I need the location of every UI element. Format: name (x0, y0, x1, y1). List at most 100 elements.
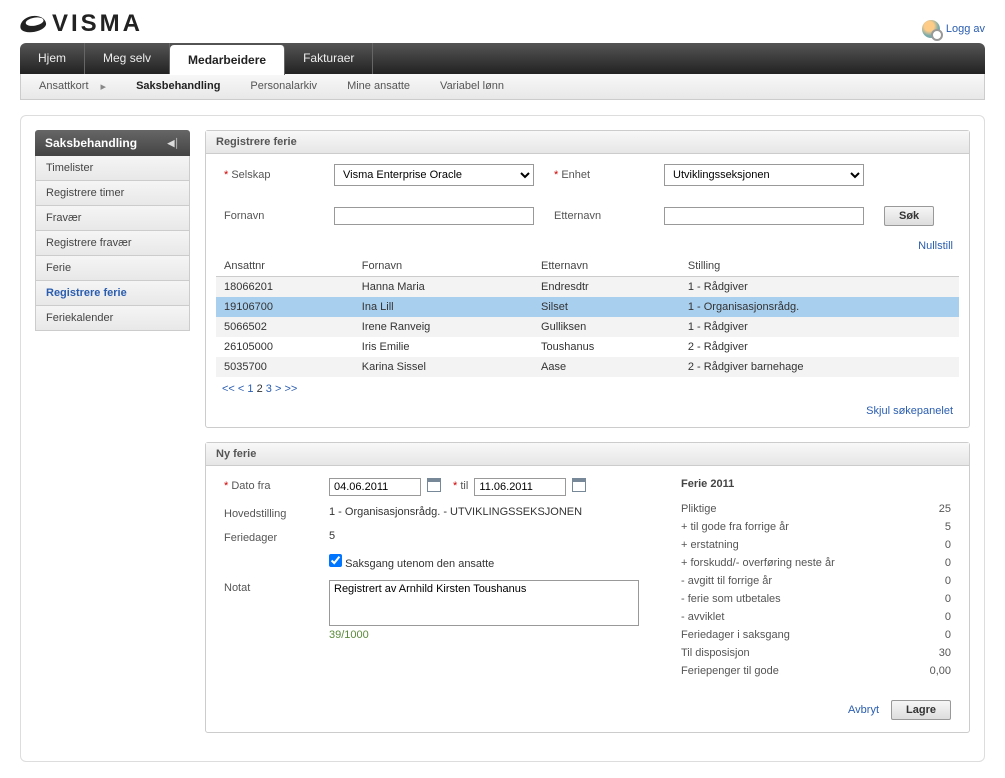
pager-next[interactable]: > (275, 383, 281, 395)
cell: Gulliksen (533, 317, 680, 337)
cell: Karina Sissel (354, 357, 533, 377)
pager-3[interactable]: 3 (266, 383, 272, 395)
summary-row: - avviklet 0 (681, 608, 951, 626)
search-button[interactable]: Søk (884, 206, 934, 226)
summary-row: Feriepenger til gode0,00 (681, 662, 951, 680)
user-settings-icon (922, 20, 940, 38)
hide-search-link[interactable]: Skjul søkepanelet (866, 405, 953, 417)
calendar-icon[interactable] (427, 478, 441, 492)
cancel-link[interactable]: Avbryt (848, 704, 879, 716)
bypass-checkbox-wrap[interactable]: Saksgang utenom den ansatte (329, 554, 494, 570)
cell: Irene Ranveig (354, 317, 533, 337)
nav-medarbeidere[interactable]: Medarbeidere (170, 45, 285, 75)
brand-icon (19, 14, 47, 34)
sidebar-item-registrere-fravaer[interactable]: Registrere fravær (35, 231, 190, 256)
company-label: * Selskap (224, 169, 314, 181)
table-row[interactable]: 19106700Ina LillSilset1 - Organisasjonsr… (216, 297, 959, 317)
summary-label: Feriedager i saksgang (681, 629, 790, 641)
pager-1[interactable]: 1 (247, 383, 253, 395)
summary-value: 5 (945, 521, 951, 533)
sub-variabel-lonn[interactable]: Variabel lønn (440, 80, 504, 93)
main-nav: Hjem Meg selv Medarbeidere Fakturaer (20, 43, 985, 74)
company-select[interactable]: Visma Enterprise Oracle (334, 164, 534, 186)
date-from-label: * Dato fra (224, 478, 329, 492)
cell: Ina Lill (354, 297, 533, 317)
summary-label: + erstatning (681, 539, 739, 551)
bypass-label: Saksgang utenom den ansatte (345, 558, 494, 570)
sub-saksbehandling[interactable]: Saksbehandling (136, 80, 220, 93)
lname-input[interactable] (664, 207, 864, 225)
cell: Iris Emilie (354, 337, 533, 357)
cell: 5035700 (216, 357, 354, 377)
col-etternavn[interactable]: Etternavn (533, 256, 680, 277)
table-row[interactable]: 5035700Karina SisselAase2 - Rådgiver bar… (216, 357, 959, 377)
summary-value: 0 (945, 629, 951, 641)
summary-row: - avgitt til forrige år 0 (681, 572, 951, 590)
note-textarea[interactable]: Registrert av Arnhild Kirsten Toushanus (329, 580, 639, 626)
sub-mine-ansatte[interactable]: Mine ansatte (347, 80, 410, 93)
summary-label: - avviklet (681, 611, 724, 623)
pager-prev[interactable]: < (238, 383, 244, 395)
cell: 1 - Rådgiver (680, 277, 959, 298)
sidebar-item-registrere-timer[interactable]: Registrere timer (35, 181, 190, 206)
fname-label: Fornavn (224, 210, 314, 222)
sub-personalarkiv[interactable]: Personalarkiv (250, 80, 317, 93)
reset-link[interactable]: Nullstill (918, 240, 953, 252)
unit-select[interactable]: Utviklingsseksjonen (664, 164, 864, 186)
collapse-icon: ◀│ (167, 138, 180, 149)
col-fornavn[interactable]: Fornavn (354, 256, 533, 277)
table-row[interactable]: 5066502Irene RanveigGulliksen1 - Rådgive… (216, 317, 959, 337)
note-counter: 39 (329, 629, 341, 641)
summary-label: - avgitt til forrige år (681, 575, 772, 587)
save-button[interactable]: Lagre (891, 700, 951, 720)
position-value: 1 - Organisasjonsrådg. - UTVIKLINGSSEKSJ… (329, 506, 582, 518)
bypass-checkbox[interactable] (329, 554, 342, 567)
cell: Aase (533, 357, 680, 377)
nav-meg-selv[interactable]: Meg selv (85, 43, 170, 74)
summary-value: 0 (945, 575, 951, 587)
sidebar: Saksbehandling ◀│ Timelister Registrere … (35, 130, 190, 747)
sidebar-item-ferie[interactable]: Ferie (35, 256, 190, 281)
logout-label: Logg av (946, 23, 985, 35)
sidebar-title[interactable]: Saksbehandling ◀│ (35, 130, 190, 156)
pager-first[interactable]: << (222, 383, 235, 395)
sidebar-item-timelister[interactable]: Timelister (35, 156, 190, 181)
cell: 2 - Rådgiver barnehage (680, 357, 959, 377)
nav-hjem[interactable]: Hjem (20, 43, 85, 74)
new-vacation-panel: Ny ferie * Dato fra * til Hovedstilli (205, 442, 970, 733)
search-panel: Registrere ferie * Selskap Visma Enterpr… (205, 130, 970, 428)
fname-input[interactable] (334, 207, 534, 225)
unit-label: * Enhet (554, 169, 644, 181)
table-row[interactable]: 18066201Hanna MariaEndresdtr1 - Rådgiver (216, 277, 959, 298)
summary-row: + erstatning 0 (681, 536, 951, 554)
cell: 18066201 (216, 277, 354, 298)
table-row[interactable]: 26105000Iris EmilieToushanus2 - Rådgiver (216, 337, 959, 357)
summary-row: Feriedager i saksgang 0 (681, 626, 951, 644)
summary-value: 25 (939, 503, 951, 515)
pager-2[interactable]: 2 (257, 383, 263, 395)
nav-fakturaer[interactable]: Fakturaer (285, 43, 373, 74)
pager-last[interactable]: >> (284, 383, 297, 395)
summary-row: Til disposisjon30 (681, 644, 951, 662)
summary-title: Ferie 2011 (681, 478, 951, 490)
position-label: Hovedstilling (224, 506, 329, 520)
col-stilling[interactable]: Stilling (680, 256, 959, 277)
cell: Hanna Maria (354, 277, 533, 298)
col-ansattnr[interactable]: Ansattnr (216, 256, 354, 277)
logout-link[interactable]: Logg av (922, 20, 985, 38)
sidebar-item-fravaer[interactable]: Fravær (35, 206, 190, 231)
date-to-input[interactable] (474, 478, 566, 496)
results-table: Ansattnr Fornavn Etternavn Stilling 1806… (216, 256, 959, 377)
cell: Silset (533, 297, 680, 317)
cell: 5066502 (216, 317, 354, 337)
sub-nav: Ansattkort ▸ Saksbehandling Personalarki… (20, 74, 985, 100)
sub-ansattkort[interactable]: Ansattkort (39, 80, 89, 93)
summary-value: 0 (945, 611, 951, 623)
date-from-input[interactable] (329, 478, 421, 496)
calendar-icon[interactable] (572, 478, 586, 492)
sidebar-item-feriekalender[interactable]: Feriekalender (35, 306, 190, 331)
summary-value: 0 (945, 593, 951, 605)
summary-value: 0 (945, 539, 951, 551)
sidebar-item-registrere-ferie[interactable]: Registrere ferie (35, 281, 190, 306)
summary-row: Pliktige25 (681, 500, 951, 518)
